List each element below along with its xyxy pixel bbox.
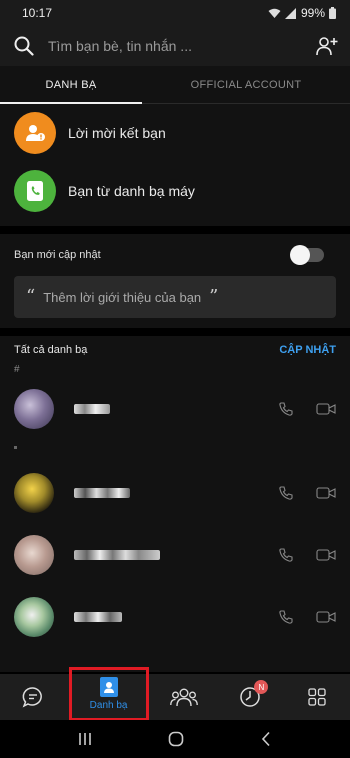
nav-contacts-label: Danh bạ xyxy=(89,700,128,711)
wifi-icon xyxy=(268,8,281,18)
back-icon[interactable] xyxy=(260,731,272,747)
signal-icon xyxy=(284,7,296,19)
nav-contacts[interactable]: Danh bạ xyxy=(68,667,149,721)
video-call-icon[interactable] xyxy=(316,610,336,624)
phone-contacts-label: Bạn từ danh bạ máy xyxy=(68,183,195,199)
contacts-book-icon xyxy=(99,677,118,697)
avatar xyxy=(14,389,54,429)
tab-danh-ba[interactable]: DANH BẠ xyxy=(0,66,142,104)
contact-actions xyxy=(278,609,336,625)
contact-row[interactable] xyxy=(0,524,350,586)
new-updates-label: Bạn mới cập nhật xyxy=(14,249,101,261)
all-contacts-title: Tất cả danh bạ xyxy=(14,344,88,356)
friend-requests-label: Lời mời kết bạn xyxy=(68,125,166,141)
toggle-knob xyxy=(290,245,310,265)
add-friend-icon[interactable] xyxy=(316,36,338,56)
contact-actions xyxy=(278,547,336,563)
status-bar: 10:17 99% xyxy=(0,0,350,26)
grid-icon xyxy=(308,688,326,706)
chat-bubble-icon xyxy=(22,687,43,708)
intro-input[interactable]: “ Thêm lời giới thiệu của bạn ” xyxy=(14,276,336,318)
video-call-icon[interactable] xyxy=(316,486,336,500)
battery-icon xyxy=(329,7,336,19)
contact-name-blurred xyxy=(74,404,278,414)
close-quote-icon: ” xyxy=(209,286,219,307)
search-icon[interactable] xyxy=(14,36,34,56)
contacts-tabs: DANH BẠ OFFICIAL ACCOUNT xyxy=(0,66,350,104)
contact-name-blurred xyxy=(74,612,278,622)
new-updates-section: Bạn mới cập nhật “ Thêm lời giới thiệu c… xyxy=(0,234,350,328)
status-icons: 99% xyxy=(268,6,336,20)
update-contacts-button[interactable]: CẬP NHẬT xyxy=(279,344,336,356)
contact-row[interactable] xyxy=(0,378,350,440)
call-icon[interactable] xyxy=(278,609,294,625)
search-bar[interactable]: Tìm bạn bè, tin nhắn ... xyxy=(0,26,350,66)
search-input[interactable]: Tìm bạn bè, tin nhắn ... xyxy=(48,38,316,54)
tab-official-account[interactable]: OFFICIAL ACCOUNT xyxy=(142,66,350,103)
call-icon[interactable] xyxy=(278,485,294,501)
nav-more[interactable] xyxy=(287,674,347,720)
home-icon[interactable] xyxy=(168,731,184,747)
avatar xyxy=(14,597,54,637)
battery-level: 99% xyxy=(300,6,325,20)
contact-row[interactable] xyxy=(0,586,350,648)
phone-contacts-icon xyxy=(14,170,56,212)
all-contacts-section: Tất cả danh bạ CẬP NHẬT # xyxy=(0,336,350,672)
contact-name-blurred xyxy=(74,488,278,498)
notification-badge: N xyxy=(254,680,269,694)
video-call-icon[interactable] xyxy=(316,548,336,562)
nav-timeline[interactable]: N xyxy=(220,674,280,720)
all-contacts-header: Tất cả danh bạ CẬP NHẬT xyxy=(0,336,350,364)
intro-placeholder: Thêm lời giới thiệu của bạn xyxy=(43,289,202,305)
friend-actions: Lời mời kết bạn Bạn từ danh bạ máy xyxy=(0,104,350,226)
groups-icon xyxy=(170,688,198,707)
recent-apps-icon[interactable] xyxy=(78,732,92,746)
group-letter: # xyxy=(14,364,20,375)
contact-actions xyxy=(278,485,336,501)
contact-name-blurred xyxy=(74,550,278,560)
friend-request-icon xyxy=(14,112,56,154)
new-updates-row: Bạn mới cập nhật xyxy=(0,234,350,276)
call-icon[interactable] xyxy=(278,547,294,563)
friend-requests-row[interactable]: Lời mời kết bạn xyxy=(0,104,350,162)
nav-groups[interactable] xyxy=(154,674,214,720)
contact-actions xyxy=(278,401,336,417)
call-icon[interactable] xyxy=(278,401,294,417)
status-time: 10:17 xyxy=(22,6,53,20)
avatar xyxy=(14,473,54,513)
system-nav-bar xyxy=(0,720,350,758)
video-call-icon[interactable] xyxy=(316,402,336,416)
contact-separator xyxy=(0,446,350,462)
nav-messages[interactable] xyxy=(3,674,63,720)
contact-row[interactable] xyxy=(0,462,350,524)
open-quote-icon: “ xyxy=(26,286,36,307)
bottom-nav: Danh bạ N xyxy=(0,667,350,721)
avatar xyxy=(14,535,54,575)
phone-contacts-row[interactable]: Bạn từ danh bạ máy xyxy=(0,162,350,220)
new-updates-toggle[interactable] xyxy=(290,245,324,265)
